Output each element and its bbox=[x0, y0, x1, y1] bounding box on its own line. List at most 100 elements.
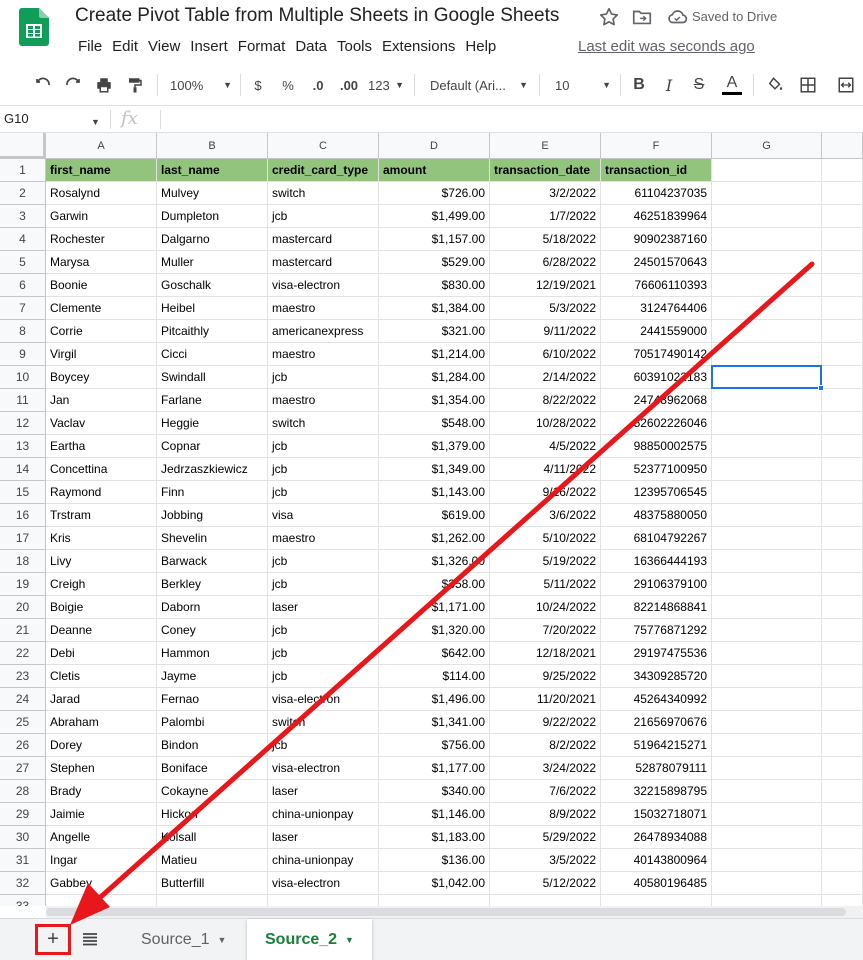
row-header[interactable]: 5 bbox=[0, 251, 46, 274]
data-cell[interactable]: $642.00 bbox=[379, 642, 490, 665]
data-cell[interactable] bbox=[712, 389, 822, 412]
data-cell[interactable] bbox=[822, 274, 863, 297]
menu-view[interactable]: View bbox=[143, 36, 185, 58]
data-cell[interactable]: 5/19/2022 bbox=[490, 550, 601, 573]
data-cell[interactable] bbox=[822, 412, 863, 435]
row-header[interactable]: 31 bbox=[0, 849, 46, 872]
data-cell[interactable]: Bindon bbox=[157, 734, 268, 757]
data-cell[interactable]: 24748962068 bbox=[601, 389, 712, 412]
data-cell[interactable]: $1,042.00 bbox=[379, 872, 490, 895]
data-cell[interactable]: 70517490142 bbox=[601, 343, 712, 366]
formula-input[interactable] bbox=[160, 110, 850, 129]
data-cell[interactable]: 12395706545 bbox=[601, 481, 712, 504]
data-cell[interactable]: Marysa bbox=[46, 251, 157, 274]
data-cell[interactable]: mastercard bbox=[268, 228, 379, 251]
data-cell[interactable]: Palombi bbox=[157, 711, 268, 734]
header-cell[interactable]: transaction_id bbox=[601, 159, 712, 182]
data-cell[interactable]: mastercard bbox=[268, 251, 379, 274]
row-header[interactable]: 24 bbox=[0, 688, 46, 711]
data-cell[interactable]: Cicci bbox=[157, 343, 268, 366]
data-cell[interactable]: 60391022183 bbox=[601, 366, 712, 389]
data-cell[interactable]: visa-electron bbox=[268, 688, 379, 711]
row-header[interactable]: 16 bbox=[0, 504, 46, 527]
data-cell[interactable]: Jayme bbox=[157, 665, 268, 688]
data-cell[interactable]: Dalgarno bbox=[157, 228, 268, 251]
data-cell[interactable]: 40580196485 bbox=[601, 872, 712, 895]
data-cell[interactable]: 9/25/2022 bbox=[490, 665, 601, 688]
data-cell[interactable]: 11/20/2021 bbox=[490, 688, 601, 711]
data-cell[interactable]: 7/20/2022 bbox=[490, 619, 601, 642]
data-cell[interactable]: Abraham bbox=[46, 711, 157, 734]
data-cell[interactable]: maestro bbox=[268, 343, 379, 366]
data-cell[interactable]: $1,214.00 bbox=[379, 343, 490, 366]
data-cell[interactable]: Stephen bbox=[46, 757, 157, 780]
data-cell[interactable]: 3/5/2022 bbox=[490, 849, 601, 872]
data-cell[interactable]: 12/18/2021 bbox=[490, 642, 601, 665]
data-cell[interactable] bbox=[822, 458, 863, 481]
data-cell[interactable]: 76606110393 bbox=[601, 274, 712, 297]
data-cell[interactable]: 3124764406 bbox=[601, 297, 712, 320]
data-cell[interactable]: $1,326.00 bbox=[379, 550, 490, 573]
data-cell[interactable]: Concettina bbox=[46, 458, 157, 481]
data-cell[interactable]: 5/3/2022 bbox=[490, 297, 601, 320]
data-cell[interactable]: Hammon bbox=[157, 642, 268, 665]
data-cell[interactable]: $1,349.00 bbox=[379, 458, 490, 481]
data-cell[interactable]: $1,379.00 bbox=[379, 435, 490, 458]
data-cell[interactable]: Rochester bbox=[46, 228, 157, 251]
data-cell[interactable]: jcb bbox=[268, 366, 379, 389]
data-cell[interactable]: 51964215271 bbox=[601, 734, 712, 757]
data-cell[interactable]: 3/6/2022 bbox=[490, 504, 601, 527]
data-cell[interactable]: visa-electron bbox=[268, 757, 379, 780]
data-cell[interactable]: 5/12/2022 bbox=[490, 872, 601, 895]
chevron-down-icon[interactable]: ▼ bbox=[91, 117, 100, 127]
column-header[interactable]: G bbox=[712, 133, 822, 159]
data-cell[interactable] bbox=[712, 504, 822, 527]
row-header[interactable]: 9 bbox=[0, 343, 46, 366]
data-cell[interactable]: 21656970676 bbox=[601, 711, 712, 734]
last-edit-link[interactable]: Last edit was seconds ago bbox=[578, 38, 755, 55]
data-cell[interactable] bbox=[822, 803, 863, 826]
data-cell[interactable]: 2441559000 bbox=[601, 320, 712, 343]
sheet-tab-source-2[interactable]: Source_2 ▼ bbox=[247, 919, 372, 960]
data-cell[interactable]: $1,384.00 bbox=[379, 297, 490, 320]
data-cell[interactable]: Barwack bbox=[157, 550, 268, 573]
data-cell[interactable]: 10/24/2022 bbox=[490, 596, 601, 619]
data-cell[interactable]: Boonie bbox=[46, 274, 157, 297]
data-cell[interactable] bbox=[712, 803, 822, 826]
row-header[interactable]: 11 bbox=[0, 389, 46, 412]
data-cell[interactable] bbox=[822, 872, 863, 895]
horizontal-scrollbar[interactable] bbox=[46, 906, 863, 918]
data-cell[interactable]: $340.00 bbox=[379, 780, 490, 803]
data-cell[interactable]: jcb bbox=[268, 573, 379, 596]
data-cell[interactable] bbox=[822, 849, 863, 872]
data-cell[interactable]: $1,284.00 bbox=[379, 366, 490, 389]
row-header[interactable]: 32 bbox=[0, 872, 46, 895]
data-cell[interactable]: laser bbox=[268, 826, 379, 849]
column-header[interactable]: C bbox=[268, 133, 379, 159]
data-cell[interactable]: 61104237035 bbox=[601, 182, 712, 205]
data-cell[interactable] bbox=[712, 435, 822, 458]
sheets-logo-icon[interactable] bbox=[19, 8, 49, 46]
column-header[interactable]: E bbox=[490, 133, 601, 159]
data-cell[interactable]: 1/7/2022 bbox=[490, 205, 601, 228]
row-header[interactable]: 2 bbox=[0, 182, 46, 205]
data-cell[interactable] bbox=[822, 550, 863, 573]
data-cell[interactable]: Deanne bbox=[46, 619, 157, 642]
data-cell[interactable] bbox=[822, 320, 863, 343]
data-cell[interactable]: china-unionpay bbox=[268, 849, 379, 872]
data-cell[interactable]: switch bbox=[268, 711, 379, 734]
data-cell[interactable] bbox=[822, 389, 863, 412]
data-cell[interactable]: Clemente bbox=[46, 297, 157, 320]
data-cell[interactable] bbox=[822, 688, 863, 711]
data-cell[interactable]: 5/11/2022 bbox=[490, 573, 601, 596]
data-cell[interactable] bbox=[379, 895, 490, 906]
data-cell[interactable]: Heibel bbox=[157, 297, 268, 320]
data-cell[interactable] bbox=[712, 182, 822, 205]
data-cell[interactable]: Copnar bbox=[157, 435, 268, 458]
data-cell[interactable]: 32215898795 bbox=[601, 780, 712, 803]
data-cell[interactable] bbox=[712, 458, 822, 481]
row-header[interactable]: 19 bbox=[0, 573, 46, 596]
data-cell[interactable]: 5/18/2022 bbox=[490, 228, 601, 251]
data-cell[interactable]: Angelle bbox=[46, 826, 157, 849]
data-cell[interactable]: 48375880050 bbox=[601, 504, 712, 527]
